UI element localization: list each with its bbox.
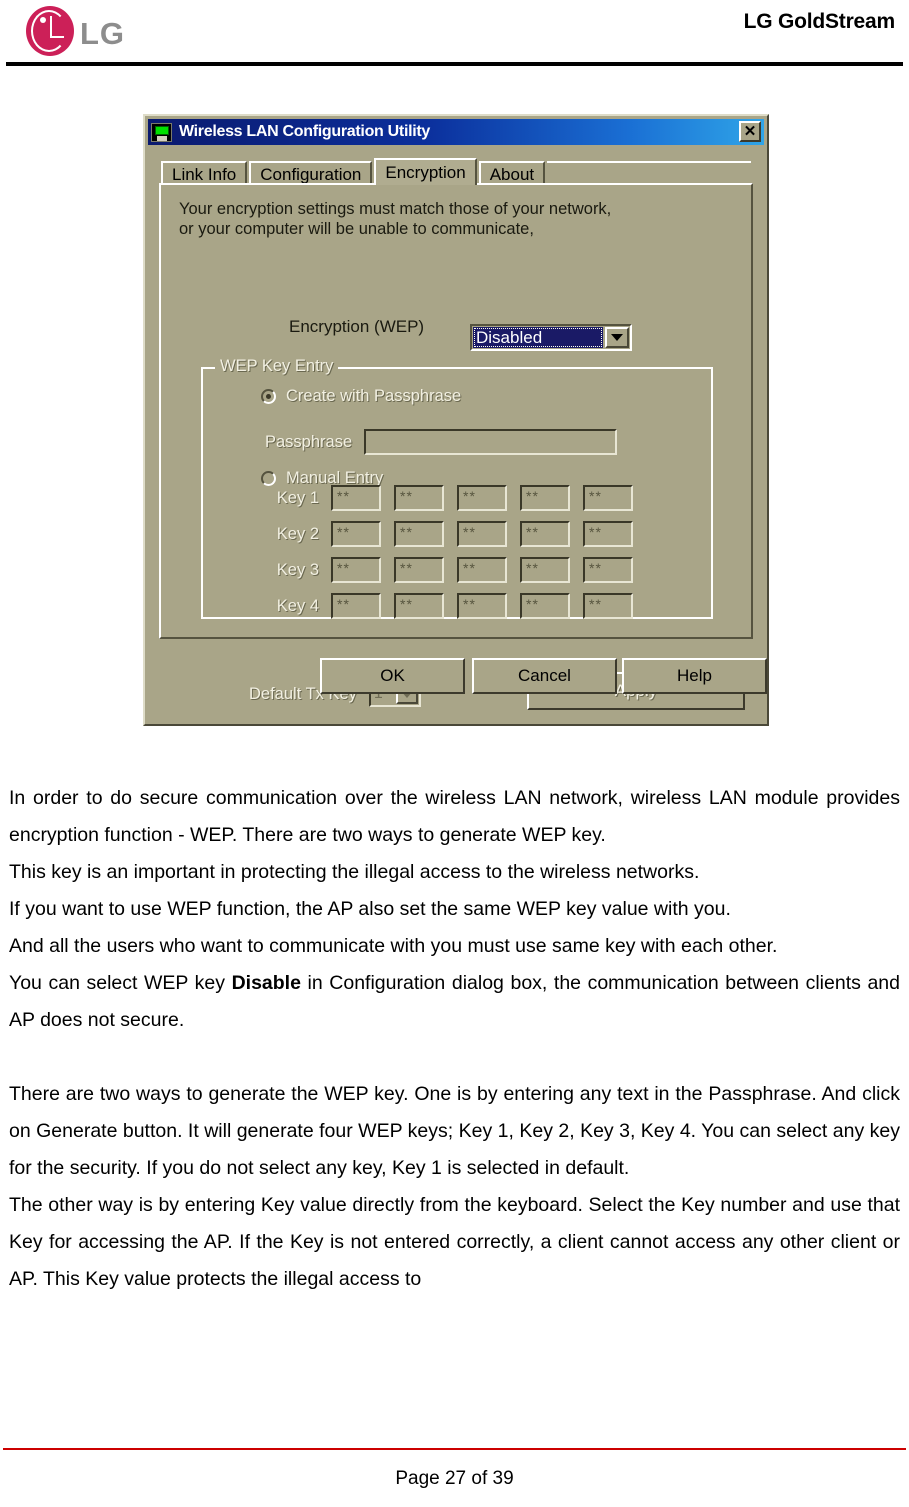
key-row: Key 2 ** ** ** ** ** — [203, 521, 715, 547]
key-1-cell-5[interactable]: ** — [583, 485, 633, 511]
key-row: Key 3 ** ** ** ** ** — [203, 557, 715, 583]
radio-label-passphrase: Create with Passphrase — [286, 387, 462, 405]
ok-button[interactable]: OK — [320, 658, 465, 694]
key-3-cell-1[interactable]: ** — [331, 557, 381, 583]
key-4-cell-3[interactable]: ** — [457, 593, 507, 619]
key-3-cell-3[interactable]: ** — [457, 557, 507, 583]
key-3-label: Key 3 — [276, 560, 319, 579]
passphrase-label: Passphrase — [265, 432, 353, 451]
tab-strip-filler — [547, 161, 751, 185]
dialog-titlebar[interactable]: Wireless LAN Configuration Utility ✕ — [148, 119, 764, 145]
paragraph-1-line-2: This key is an important in protecting t… — [9, 861, 700, 883]
lg-wordmark: LG — [80, 16, 126, 51]
encryption-wep-select[interactable]: Disabled — [470, 324, 632, 351]
encryption-wep-label: Encryption (WEP) — [289, 317, 425, 336]
lg-logo: LG — [14, 4, 146, 56]
key-4-cell-2[interactable]: ** — [394, 593, 444, 619]
key-3-cell-2[interactable]: ** — [394, 557, 444, 583]
wep-sentence-part-a: You can select WEP key — [9, 972, 225, 994]
paragraph-1-line-4: And all the users who want to communicat… — [9, 935, 778, 957]
monitor-stand — [157, 135, 167, 141]
tab-link-info[interactable]: Link Info — [161, 161, 248, 185]
tab-bar: Link Info Configuration Encryption About — [161, 158, 751, 185]
key-1-cell-1[interactable]: ** — [331, 485, 381, 511]
key-4-cell-4[interactable]: ** — [520, 593, 570, 619]
document-body: In order to do secure communication over… — [9, 780, 900, 1298]
radio-icon-passphrase[interactable] — [261, 389, 276, 404]
radio-icon-manual[interactable] — [261, 471, 276, 486]
key-row: Key 1 ** ** ** ** ** — [203, 485, 715, 511]
key-2-cell-1[interactable]: ** — [331, 521, 381, 547]
wep-key-entry-group-title: WEP Key Entry — [215, 357, 339, 376]
chevron-down-glyph — [611, 334, 623, 341]
key-1-cell-3[interactable]: ** — [457, 485, 507, 511]
close-icon[interactable]: ✕ — [739, 121, 761, 142]
wep-keys-grid: Key 1 ** ** ** ** ** Key 2 ** ** ** ** *… — [203, 485, 715, 629]
key-1-cell-4[interactable]: ** — [520, 485, 570, 511]
key-3-cell-4[interactable]: ** — [520, 557, 570, 583]
key-row: Key 4 ** ** ** ** ** — [203, 593, 715, 619]
paragraph-2: There are two ways to generate the WEP k… — [9, 1083, 900, 1179]
encryption-notice-text: Your encryption settings must match thos… — [179, 200, 612, 238]
paragraph-1-line-3: If you want to use WEP function, the AP … — [9, 898, 731, 920]
page-number: Page 27 of 39 — [395, 1468, 514, 1489]
key-4-cell-1[interactable]: ** — [331, 593, 381, 619]
wireless-lan-config-dialog: Wireless LAN Configuration Utility ✕ Lin… — [143, 114, 769, 726]
lg-face-outline — [31, 10, 67, 52]
tab-about[interactable]: About — [478, 161, 546, 185]
key-2-label: Key 2 — [276, 524, 319, 543]
wep-key-entry-group: WEP Key Entry Create with Passphrase Pas… — [201, 357, 713, 619]
dialog-footer-buttons: OK Cancel Help — [145, 658, 767, 698]
lg-eye-dot — [40, 17, 46, 23]
disable-keyword: Disable — [231, 972, 301, 994]
passphrase-row: Passphrase — [265, 429, 618, 455]
paragraph-1-line-5: You can select WEP key Disable in Config… — [9, 965, 900, 1039]
tab-encryption[interactable]: Encryption — [374, 158, 477, 185]
key-4-label: Key 4 — [276, 596, 319, 615]
key-1-label: Key 1 — [276, 488, 319, 507]
page-header: LG LG GoldStream — [0, 0, 909, 62]
brand-title: LG GoldStream — [743, 10, 896, 33]
passphrase-input[interactable] — [364, 429, 618, 455]
lg-mouth-stroke — [50, 36, 64, 38]
paragraph-3: The other way is by entering Key value d… — [9, 1194, 900, 1290]
tab-configuration[interactable]: Configuration — [249, 161, 373, 185]
radio-create-with-passphrase[interactable]: Create with Passphrase — [261, 387, 461, 406]
key-2-cell-2[interactable]: ** — [394, 521, 444, 547]
monitor-icon — [151, 122, 172, 142]
cancel-button[interactable]: Cancel — [472, 658, 617, 694]
encryption-tab-panel: Your encryption settings must match thos… — [159, 183, 753, 710]
lg-circle-face-logo-icon — [26, 6, 74, 56]
header-divider — [6, 62, 903, 66]
monitor-screen — [155, 125, 169, 135]
key-3-cell-5[interactable]: ** — [583, 557, 633, 583]
paragraph-1-line-1: In order to do secure communication over… — [9, 787, 900, 846]
lg-nose-stroke — [50, 16, 52, 38]
help-button[interactable]: Help — [622, 658, 767, 694]
key-4-cell-5[interactable]: ** — [583, 593, 633, 619]
key-2-cell-4[interactable]: ** — [520, 521, 570, 547]
encryption-wep-value: Disabled — [473, 327, 603, 348]
dialog-title: Wireless LAN Configuration Utility — [179, 123, 431, 140]
chevron-down-icon[interactable] — [605, 327, 629, 348]
key-1-cell-2[interactable]: ** — [394, 485, 444, 511]
key-2-cell-5[interactable]: ** — [583, 521, 633, 547]
footer-divider — [3, 1448, 906, 1450]
key-2-cell-3[interactable]: ** — [457, 521, 507, 547]
